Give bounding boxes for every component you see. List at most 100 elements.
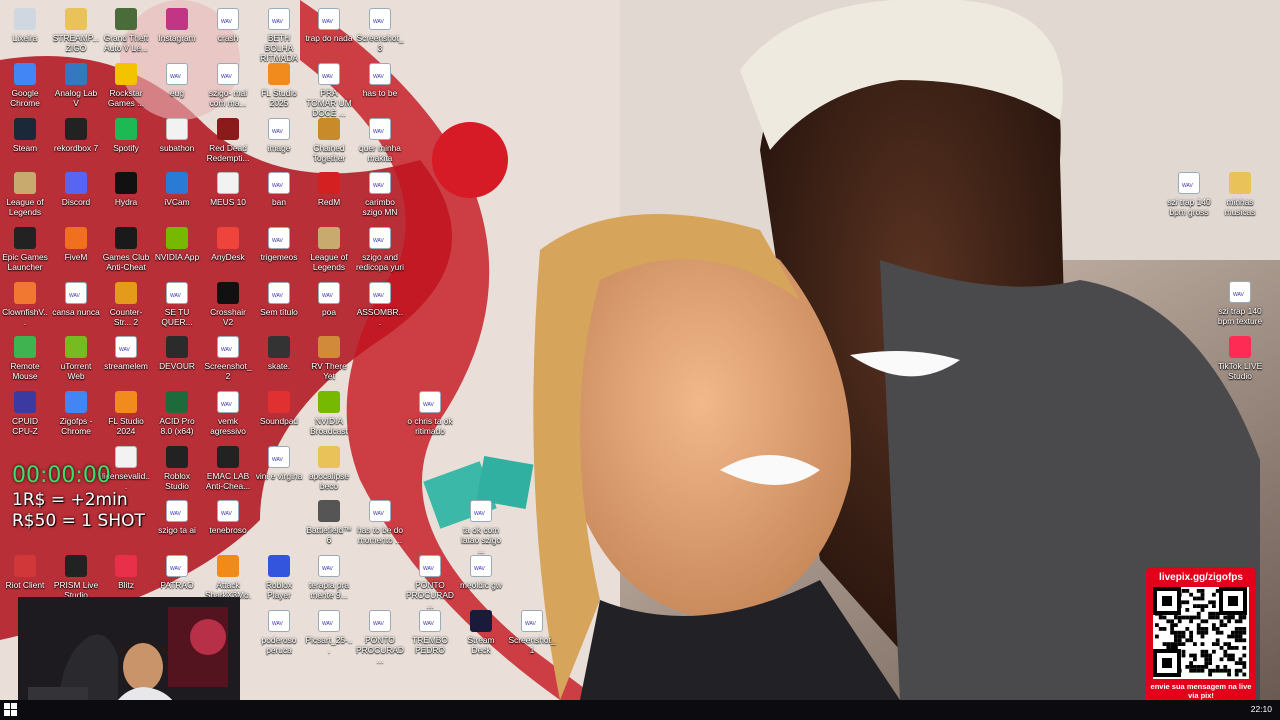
desktop-icon[interactable]: crash [204,4,252,43]
desktop-icon[interactable]: FL Studio 2025 [255,59,303,108]
desktop-icon[interactable]: trigemeos [255,223,303,262]
desktop-icon[interactable]: RV There Yet [305,332,353,381]
desktop-icon[interactable]: quer minha makita [356,114,404,163]
desktop-icon[interactable]: Chained Together [305,114,353,163]
desktop-icon[interactable]: DEVOUR [153,332,201,371]
desktop-icon[interactable]: Screenshot_1 [508,606,556,655]
desktop-icon[interactable]: PATRAO [153,551,201,590]
desktop-icon[interactable]: has to be do momento ... [356,496,404,545]
desktop-icon[interactable]: Roblox Studio [153,442,201,491]
desktop-icon[interactable]: STREAMP... ZIGO [52,4,100,53]
desktop-icon[interactable]: szigo and redicopa yuri [356,223,404,272]
desktop-icon[interactable]: TREMBO PEDRO [406,606,454,655]
desktop-icon[interactable]: szi trap 140 bpm texture [1216,277,1264,326]
desktop-icon[interactable]: TikTok LIVE Studio [1216,332,1264,381]
desktop-icon[interactable]: PRISM Live Studio [52,551,100,600]
desktop-icon[interactable]: poderoso peruca [255,606,303,655]
desktop-icon[interactable]: apocalipse beco [305,442,353,491]
desktop-icon[interactable]: Soundpad [255,387,303,426]
desktop-icon[interactable]: Games Club Anti-Cheat [102,223,150,272]
desktop-icon[interactable]: eug [153,59,201,98]
desktop-icon[interactable]: Rockstar Games ... [102,59,150,108]
desktop-icon[interactable]: AnyDesk [204,223,252,262]
desktop-icon[interactable]: Zigofps - Chrome [52,387,100,436]
fivem-icon [65,227,87,249]
desktop-icon[interactable]: ClownfishV... [1,278,49,327]
desktop-icon[interactable]: poa [305,278,353,317]
desktop-icon[interactable]: has to be [356,59,404,98]
desktop-icon[interactable]: streamelem [102,332,150,371]
desktop-icon[interactable]: EMAC LAB Anti-Chea... [204,442,252,491]
desktop-icon[interactable]: meoldic gw [457,551,505,590]
desktop-icon[interactable]: Stream Deck [457,606,505,655]
desktop-icon[interactable]: Roblox Player [255,551,303,600]
desktop-icon[interactable]: Instagram [153,4,201,43]
desktop-icon[interactable]: NVIDIA Broadcast [305,387,353,436]
desktop-icon[interactable]: Google Chrome [1,59,49,108]
desktop-icon[interactable]: Battlefield™ 6 [305,496,353,545]
desktop-icon[interactable]: SE TU QUER... [153,278,201,327]
desktop-icon[interactable]: minhas musicas [1216,168,1264,217]
desktop-icon[interactable]: terapia pra mente 9... [305,551,353,600]
desktop-icon[interactable]: Picsart_25-... [305,606,353,655]
desktop-icon[interactable]: Epic Games Launcher [1,223,49,272]
desktop-icon[interactable]: League of Legends [1,168,49,217]
desktop-icon[interactable]: PONTO PROCURAD... [356,606,404,665]
desktop-icon-label: Roblox Studio [163,471,191,491]
desktop-icon[interactable]: PRA TOMAR UM DOCE ... [305,59,353,118]
desktop-icon[interactable]: ban [255,168,303,207]
desktop-icon[interactable]: MEUS 10 [204,168,252,207]
desktop-icon[interactable]: ACID Pro 8.0 (x64) [153,387,201,436]
desktop-icon[interactable]: FL Studio 2024 [102,387,150,436]
desktop-icon[interactable]: League of Legends [305,223,353,272]
windows-start-icon[interactable] [4,703,18,717]
desktop-icon[interactable]: NVIDIA App [153,223,201,262]
desktop-icon[interactable]: Hydra [102,168,150,207]
desktop-icon[interactable]: Remote Mouse [1,332,49,381]
desktop-icon[interactable]: FiveM [52,223,100,262]
taskbar-clock[interactable]: 22:10 [1251,704,1272,714]
remote-mouse-icon [14,336,36,358]
desktop-icon[interactable]: szi trap 140 bpm gross [1165,168,1213,217]
desktop-icon[interactable]: Screenshot_2 [204,332,252,381]
desktop-icon[interactable]: tenebroso [204,496,252,535]
desktop-icon[interactable]: Red Dead Redempti... [204,114,252,163]
desktop-icon[interactable]: Grand Theft Auto V Le... [102,4,150,53]
desktop-icon-label: RV There Yet [311,361,347,381]
desktop-icon[interactable]: subathon [153,114,201,153]
spotify-icon [115,118,137,140]
desktop-icon[interactable]: image [255,114,303,153]
desktop-icon[interactable]: Sem título [255,278,303,317]
livepix-qr-panel[interactable]: livepix.gg/zigofps envie sua mensagem na… [1146,567,1256,709]
desktop-icon[interactable]: iVCam [153,168,201,207]
desktop-icon[interactable]: Spotify [102,114,150,153]
desktop-icon[interactable]: Analog Lab V [52,59,100,108]
desktop-icon[interactable]: vini e virgina [255,442,303,481]
desktop-icon[interactable]: Riot Client [1,551,49,590]
desktop-icon[interactable]: Discord [52,168,100,207]
desktop-icon[interactable]: CPUID CPU-Z [1,387,49,436]
desktop-icon[interactable]: Blitz [102,551,150,590]
desktop-icon[interactable]: Counter-Str... 2 [102,278,150,327]
desktop-icon[interactable]: Lixeira [1,4,49,43]
desktop-icon[interactable]: skate. [255,332,303,371]
desktop-icon[interactable]: uTorrent Web [52,332,100,381]
desktop-icon[interactable]: cansa nunca [52,278,100,317]
desktop-icon[interactable]: ASSOMBR... [356,278,404,327]
desktop-icon[interactable]: Crosshair V2 [204,278,252,327]
desktop-icon[interactable]: Screenshot_3 [356,4,404,53]
blank-file-icon [166,118,188,140]
desktop-icon[interactable]: Steam [1,114,49,153]
desktop-icon[interactable]: vemk agressivo [204,387,252,436]
desktop-icon[interactable]: trap do nada [305,4,353,43]
desktop-icon[interactable]: szigo- mal com ma... [204,59,252,108]
fl-studio-icon [268,63,290,85]
desktop-icon[interactable]: carimbo szigo MN [356,168,404,217]
desktop-icon[interactable]: rekordbox 7 [52,114,100,153]
desktop-icon[interactable]: PONTO PROCURAD... [406,551,454,610]
utorrent-icon [65,336,87,358]
desktop-icon[interactable]: szigo ta ai [153,496,201,535]
desktop-icon[interactable]: o chris ta ok ritimado [406,387,454,436]
desktop-icon[interactable]: RedM [305,168,353,207]
desktop-icon[interactable]: ta ok com latao szigo ... [457,496,505,555]
